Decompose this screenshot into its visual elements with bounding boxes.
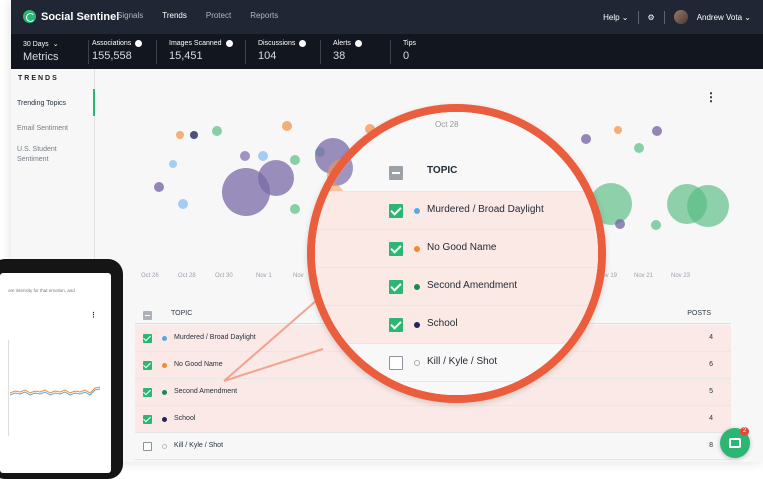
zoom-row[interactable]: School	[315, 306, 598, 344]
topic-color-dot	[414, 284, 420, 290]
zoom-row[interactable]: Kill / Kyle / Shot	[315, 344, 598, 382]
tablet-line-chart	[10, 386, 101, 396]
zoom-row[interactable]: Murdered / Broad Daylight	[315, 192, 598, 230]
zoomed-topic-callout: Oct 28 TOPIC Murdered / Broad Daylight N…	[307, 104, 606, 403]
tablet-preview: ore intensity for that emotion, and ⋮	[0, 259, 123, 479]
tablet-caption: ore intensity for that emotion, and	[8, 288, 75, 293]
tablet-screen: ore intensity for that emotion, and ⋮	[0, 273, 111, 473]
zoom-row[interactable]: No Good Name	[315, 230, 598, 268]
topic-name: Second Amendment	[427, 280, 518, 291]
row-checkbox[interactable]	[389, 280, 403, 294]
row-checkbox[interactable]	[389, 242, 403, 256]
topic-color-dot	[414, 322, 420, 328]
topic-name: Kill / Kyle / Shot	[427, 356, 498, 367]
topic-color-dot	[414, 246, 420, 252]
row-checkbox[interactable]	[389, 356, 403, 370]
callout-line	[223, 299, 318, 382]
topic-name: School	[427, 318, 458, 329]
bubble	[368, 127, 378, 137]
topic-name: No Good Name	[427, 242, 497, 253]
zoom-x-tick: Oct 28	[435, 120, 459, 129]
app-window: Social Sentinel Signals Trends Protect R…	[11, 0, 763, 462]
zoom-row[interactable]: Second Amendment	[315, 268, 598, 306]
topic-color-dot	[414, 360, 420, 366]
tablet-menu-icon: ⋮	[90, 312, 97, 319]
topic-name: Murdered / Broad Daylight	[427, 204, 544, 215]
chat-icon	[729, 438, 741, 448]
callout-line	[223, 348, 324, 382]
notification-badge: 2	[740, 427, 749, 436]
row-checkbox[interactable]	[389, 204, 403, 218]
select-all-checkbox[interactable]	[389, 166, 403, 180]
row-checkbox[interactable]	[389, 318, 403, 332]
topic-color-dot	[414, 208, 420, 214]
zoom-header: TOPIC	[315, 154, 598, 192]
